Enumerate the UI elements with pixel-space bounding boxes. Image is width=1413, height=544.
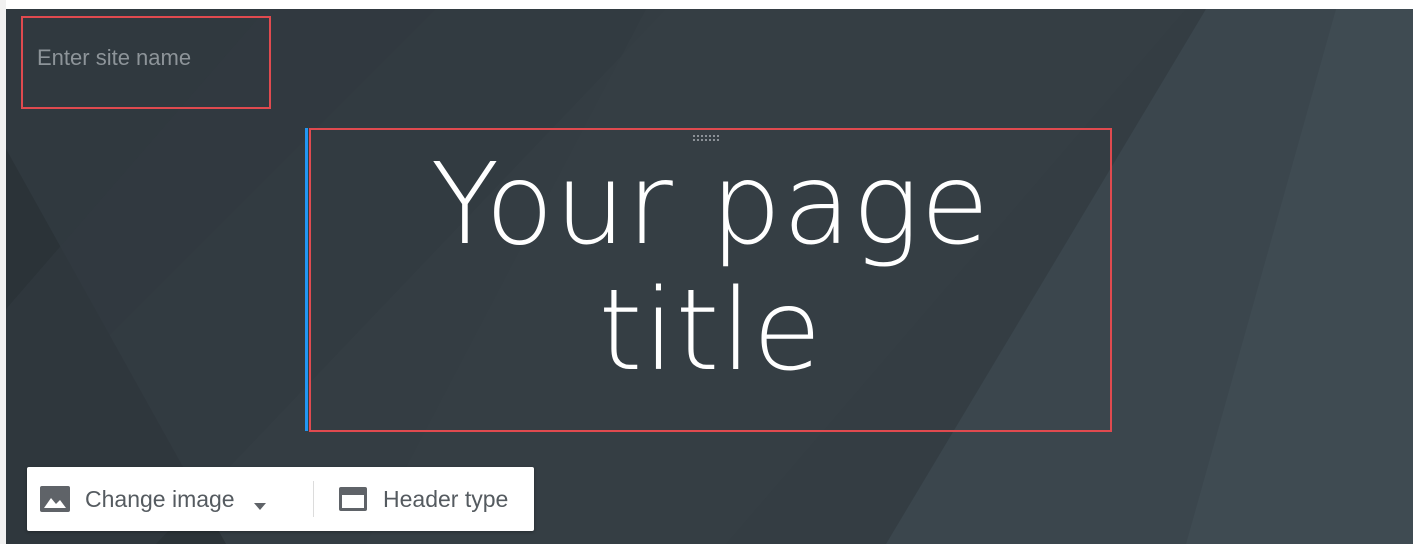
page-title-box[interactable]: Your page title bbox=[309, 128, 1112, 432]
title-focus-bar bbox=[305, 128, 308, 431]
header-type-button[interactable]: Header type bbox=[337, 467, 527, 531]
site-name-box[interactable] bbox=[21, 16, 271, 109]
page-title-line-2: title bbox=[598, 266, 823, 396]
header-type-icon bbox=[337, 483, 369, 515]
dropdown-caret-icon bbox=[253, 492, 267, 510]
drag-handle-icon[interactable] bbox=[691, 134, 723, 142]
editor-canvas: Your page title Change image bbox=[0, 0, 1413, 544]
change-image-label: Change image bbox=[85, 485, 235, 512]
toolbar-divider bbox=[313, 481, 314, 517]
header-toolbar: Change image Header type bbox=[27, 467, 534, 531]
site-name-input[interactable] bbox=[37, 44, 257, 72]
change-image-button[interactable]: Change image bbox=[39, 467, 311, 531]
page-title-line-1: Your page bbox=[430, 140, 991, 270]
page-title[interactable]: Your page title bbox=[311, 142, 1110, 394]
header-type-label: Header type bbox=[383, 485, 509, 512]
image-icon bbox=[39, 483, 71, 515]
